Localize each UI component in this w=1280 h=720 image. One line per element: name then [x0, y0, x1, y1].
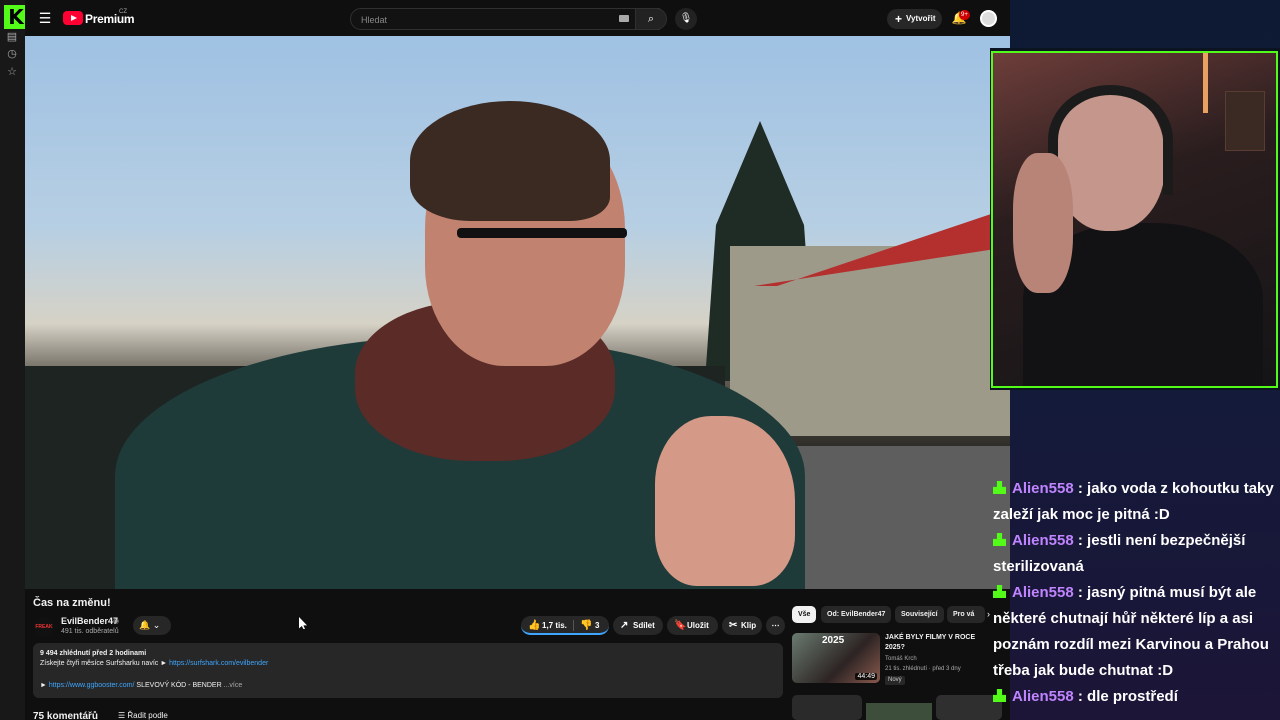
- cam-poster: [1225, 91, 1265, 151]
- related-thumbnail[interactable]: 2025 44:49: [792, 633, 880, 683]
- thumbnail-text: 2025: [822, 635, 845, 646]
- cam-lamp: [1203, 53, 1208, 113]
- chat-message: Alien558 : dle prostředí: [993, 684, 1280, 710]
- sponsor-text: Získejte čtyři měsíce Surfsharku navíc ►: [40, 660, 170, 667]
- like-separator: [573, 620, 574, 631]
- library-icon[interactable]: ▤: [5, 30, 19, 44]
- related-meta: 21 tis. zhlédnutí · před 3 dny: [885, 666, 961, 672]
- chat-username: Alien558: [1012, 532, 1074, 549]
- chip-for-you[interactable]: Pro vá: [947, 606, 985, 623]
- chat-message: Alien558 : jasný pitná musí být ale někt…: [993, 580, 1280, 684]
- bell-icon: 🔔: [139, 620, 151, 630]
- chevron-right-icon[interactable]: ›: [987, 609, 990, 619]
- dislike-count[interactable]: 3: [595, 616, 599, 635]
- related-title[interactable]: JAKÉ BYLY FILMY V ROCE 2025?: [885, 633, 985, 653]
- related-thumbnail-3[interactable]: [866, 703, 932, 720]
- video-scene-hair: [410, 101, 610, 221]
- bookmark-icon: 🔖: [674, 620, 687, 631]
- stream-chat: Alien558 : jako voda z kohoutku taky zal…: [993, 476, 1280, 710]
- related-channel[interactable]: Tomáš Krch: [885, 656, 917, 662]
- discount-text: SLEVOVÝ KÓD - BENDER: [134, 682, 222, 689]
- youtube-topbar: ☰ Premium CZ ⌕ 🎙 + Vytvořit 🔔 9+: [25, 0, 1010, 36]
- description-line-sponsor: Získejte čtyři měsíce Surfsharku navíc ►…: [40, 660, 268, 667]
- mic-icon: 🎙: [679, 13, 693, 24]
- mouse-cursor: [299, 617, 307, 629]
- channel-avatar[interactable]: FREAK: [34, 617, 54, 637]
- share-button[interactable]: ↗ Sdílet: [613, 616, 663, 635]
- video-scene-glasses: [457, 228, 627, 238]
- video-scene-house: [730, 246, 1010, 436]
- cam-hand: [1013, 153, 1073, 293]
- subscribed-bell-button[interactable]: 🔔 ⌄: [133, 616, 171, 635]
- channel-name[interactable]: EvilBender47: [61, 616, 118, 626]
- search-icon: ⌕: [647, 13, 655, 25]
- like-count[interactable]: 1,7 tis.: [542, 616, 567, 635]
- like-dislike-group: 👍 1,7 tis. 👎 3: [521, 616, 609, 635]
- search-button[interactable]: ⌕: [635, 8, 667, 30]
- keyboard-icon[interactable]: [619, 15, 629, 22]
- share-label: Sdílet: [633, 621, 655, 630]
- video-scene-hand: [655, 416, 795, 586]
- related-thumbnail-2[interactable]: [792, 695, 862, 720]
- search-box: [350, 8, 660, 30]
- chat-message: Alien558 : jestli není bezpečnější steri…: [993, 528, 1280, 580]
- new-badge: Nový: [885, 676, 905, 685]
- video-duration: 44:49: [855, 673, 877, 680]
- clip-label: Klip: [741, 621, 757, 630]
- thumbs-down-icon[interactable]: 👎: [580, 616, 592, 635]
- star-icon[interactable]: ☆: [5, 65, 19, 79]
- history-icon[interactable]: ◷: [5, 47, 19, 61]
- arrow-prefix: ►: [40, 682, 49, 689]
- sort-icon: ☰: [118, 711, 126, 720]
- chat-username: Alien558: [1012, 480, 1074, 497]
- chip-from-channel[interactable]: Od: EvilBender47: [821, 606, 892, 623]
- screen: K ▤ ◷ ☆ ☰ Premium CZ ⌕ 🎙 + Vytvořit 🔔 9+: [0, 0, 1280, 720]
- chevron-down-icon: ⌄: [152, 620, 161, 630]
- hamburger-icon[interactable]: ☰: [37, 10, 53, 26]
- video-title: Čas na změnu!: [33, 597, 111, 609]
- chat-username: Alien558: [1012, 584, 1074, 601]
- chat-username: Alien558: [1012, 688, 1074, 705]
- subscriber-count: 491 tis. odběratelů: [61, 628, 119, 635]
- sort-label: Řadit podle: [127, 711, 168, 720]
- sort-comments-button[interactable]: ☰ Řadit podle: [118, 711, 168, 720]
- clip-button[interactable]: ✂ Klip: [722, 616, 762, 635]
- share-icon: ↗: [620, 620, 629, 631]
- booster-link[interactable]: https://www.ggbooster.com/: [49, 682, 135, 689]
- save-button[interactable]: 🔖 Uložit: [667, 616, 718, 635]
- notification-badge: 9+: [959, 10, 970, 20]
- comments-count: 75 komentářů: [33, 711, 99, 720]
- view-stats: 9 494 zhlédnutí před 2 hodinami: [40, 650, 147, 657]
- mic-button[interactable]: 🎙: [675, 8, 697, 30]
- save-label: Uložit: [687, 621, 709, 630]
- show-more-link[interactable]: ...více: [222, 682, 243, 689]
- chat-message: Alien558 : jako voda z kohoutku taky zal…: [993, 476, 1280, 528]
- user-badge-icon: [993, 689, 1006, 702]
- create-label: Vytvořit: [906, 14, 936, 23]
- more-actions-button[interactable]: ⋯: [766, 616, 785, 635]
- video-player[interactable]: [25, 36, 1010, 589]
- description-line-booster: ► https://www.ggbooster.com/ SLEVOVÝ KÓD…: [40, 682, 242, 689]
- scissors-icon: ✂: [729, 620, 738, 631]
- chip-all[interactable]: Vše: [792, 606, 817, 623]
- search-input[interactable]: [361, 13, 601, 27]
- streamer-webcam: [991, 51, 1278, 388]
- verified-icon: ◉: [113, 618, 120, 625]
- chat-text: : dle prostředí: [1073, 688, 1178, 705]
- sponsor-link[interactable]: https://surfshark.com/evilbender: [169, 660, 268, 667]
- user-badge-icon: [993, 533, 1006, 546]
- country-code: CZ: [119, 9, 127, 15]
- user-badge-icon: [993, 481, 1006, 494]
- description-box[interactable]: 9 494 zhlédnutí před 2 hodinami Získejte…: [33, 643, 783, 698]
- create-button[interactable]: + Vytvořit: [887, 9, 942, 29]
- plus-icon: +: [895, 12, 903, 26]
- kick-sidebar: K ▤ ◷ ☆: [0, 0, 28, 720]
- user-badge-icon: [993, 585, 1006, 598]
- youtube-logo-icon[interactable]: [63, 11, 83, 25]
- thumbs-up-icon[interactable]: 👍: [528, 616, 540, 635]
- chip-related[interactable]: Související: [895, 606, 944, 623]
- account-avatar[interactable]: [980, 10, 997, 27]
